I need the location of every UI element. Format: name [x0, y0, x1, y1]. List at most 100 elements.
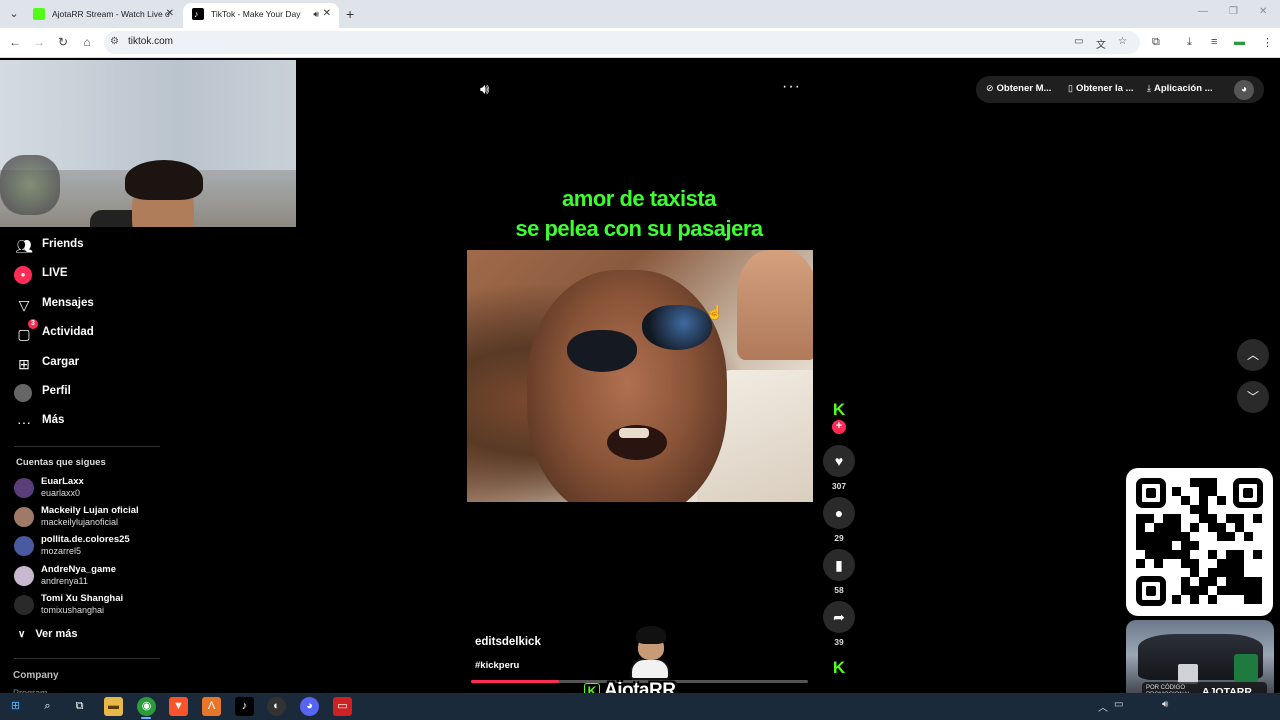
close-icon[interactable]: ✕ — [166, 3, 174, 25]
extensions-icon[interactable]: ⧉ — [1152, 36, 1160, 49]
save-count: 58 — [834, 585, 844, 595]
new-tab-button[interactable]: + — [346, 6, 354, 22]
site-info-icon[interactable]: ⚙ — [110, 36, 119, 47]
speaker-icon[interactable]: 🔊︎ — [313, 3, 319, 25]
qr-module — [1163, 514, 1172, 523]
following-item[interactable]: EuarLaxx euarlaxx0 — [14, 476, 164, 504]
cast-icon[interactable]: ▭ — [1074, 36, 1083, 47]
back-icon[interactable]: ← — [7, 35, 23, 49]
more-options-icon[interactable]: ··· — [782, 78, 801, 96]
video-hashtag[interactable]: #kickperu — [475, 660, 519, 671]
get-coins-button[interactable]: ⊘ Obtener M... — [986, 83, 1051, 94]
creator-avatar[interactable]: K — [830, 401, 848, 419]
restore-icon[interactable]: ❐ — [1229, 6, 1238, 17]
video-author[interactable]: editsdelkick — [475, 636, 541, 648]
tab-search-icon[interactable]: ⌄ — [4, 4, 24, 24]
forward-icon[interactable]: → — [31, 35, 47, 49]
following-name: pollita.de.colores25 — [41, 534, 130, 545]
media-icon[interactable]: ≡ — [1211, 36, 1217, 48]
qr-module — [1235, 514, 1244, 523]
menu-icon[interactable]: ⋮ — [1262, 36, 1273, 49]
save-button[interactable]: ▮ — [823, 549, 855, 581]
music-disc-icon[interactable]: K — [830, 659, 848, 677]
brave-icon[interactable]: ▼ — [169, 697, 188, 716]
sidebar-item-profile[interactable]: Perfil — [14, 381, 154, 405]
sidebar-item-activity[interactable]: ▢ 3 Actividad — [14, 319, 154, 346]
qr-module — [1208, 523, 1217, 532]
following-handle: euarlaxx0 — [41, 488, 81, 498]
qr-module — [1244, 577, 1253, 586]
sidebar-item-label: Friends — [42, 238, 84, 250]
discord-icon[interactable]: ◕ — [300, 697, 319, 716]
reload-icon[interactable]: ↻ — [55, 35, 71, 49]
qr-module — [1163, 541, 1172, 550]
comment-button[interactable]: ● — [823, 497, 855, 529]
chrome-icon[interactable]: ◉ — [137, 697, 156, 716]
qr-module — [1208, 577, 1217, 586]
see-more-button[interactable]: ∨ Ver más — [18, 628, 78, 640]
get-app-button[interactable]: ▯ Obtener la ... — [1068, 83, 1134, 94]
following-item[interactable]: pollita.de.colores25 mozarrel5 — [14, 534, 164, 562]
video-frame[interactable] — [467, 250, 813, 502]
app-icon[interactable]: Λ — [202, 697, 221, 716]
sidebar-item-upload[interactable]: ⊞ Cargar — [14, 352, 154, 376]
qr-code — [1126, 468, 1273, 616]
file-explorer-icon[interactable]: ▬ — [104, 697, 123, 716]
following-item[interactable]: AndreNya_game andrenya11 — [14, 564, 164, 592]
tab-tiktok[interactable]: TikTok - Make Your Day 🔊︎ ✕ — [183, 3, 339, 28]
next-video-button[interactable]: ﹀ — [1237, 381, 1269, 413]
company-link[interactable]: Company — [13, 670, 59, 681]
qr-module — [1172, 487, 1181, 496]
sidebar-item-live[interactable]: ● LIVE — [14, 263, 154, 287]
download-icon[interactable]: ⤓ — [1187, 36, 1192, 49]
tiktok-icon[interactable]: ♪ — [235, 697, 254, 716]
search-icon[interactable]: ⌕ — [38, 697, 57, 716]
close-icon[interactable]: ✕ — [323, 3, 331, 25]
app-icon[interactable]: ▭ — [333, 697, 352, 716]
user-avatar[interactable]: ◕ — [1234, 80, 1254, 100]
avatar — [14, 536, 34, 556]
home-icon[interactable]: ⌂ — [79, 35, 95, 49]
sidebar-item-messages[interactable]: ▽ Mensajes — [14, 293, 154, 317]
windows-start-icon[interactable]: ⊞ — [6, 697, 25, 716]
previous-video-button[interactable]: ︿ — [1237, 339, 1269, 371]
sidebar-item-more[interactable]: ··· Más — [14, 410, 154, 434]
qr-module — [1154, 523, 1163, 532]
qr-module — [1190, 595, 1199, 604]
volume-icon[interactable]: 🔊︎ — [480, 81, 489, 98]
sidebar-item-label: Perfil — [42, 385, 71, 397]
minimize-icon[interactable]: — — [1198, 6, 1208, 17]
profile-extension-icon[interactable]: ▬ — [1234, 36, 1245, 48]
qr-module — [1172, 595, 1181, 604]
sidebar-item-friends[interactable]: 👥︎ Friends — [14, 234, 154, 258]
avatar — [14, 478, 34, 498]
qr-module — [1253, 577, 1262, 586]
follow-button[interactable]: + — [832, 420, 846, 434]
qr-module — [1199, 577, 1208, 586]
task-view-icon[interactable]: ⧉ — [70, 697, 89, 716]
close-window-icon[interactable]: ✕ — [1259, 6, 1267, 17]
tray-icon[interactable]: ▭ — [1114, 699, 1123, 710]
address-bar[interactable]: ⚙ tiktok.com ▭ 文 ☆ — [104, 31, 1140, 54]
qr-module — [1190, 559, 1199, 568]
speaker-icon[interactable]: 🔊︎ — [1162, 699, 1168, 710]
qr-module — [1208, 568, 1217, 577]
star-icon[interactable]: ☆ — [1118, 36, 1127, 47]
translate-icon[interactable]: 文 — [1096, 36, 1106, 51]
qr-module — [1235, 550, 1244, 559]
comment-icon: ● — [834, 505, 844, 521]
heart-icon: ♥ — [834, 453, 844, 469]
like-button[interactable]: ♥ — [823, 445, 855, 477]
tray-overflow-icon[interactable]: ︿ — [1098, 699, 1108, 714]
qr-module — [1145, 532, 1154, 541]
share-count: 39 — [834, 637, 844, 647]
obs-icon[interactable]: ◐ — [267, 697, 286, 716]
following-item[interactable]: Tomi Xu Shanghai tomixushanghai — [14, 593, 164, 621]
sidebar-item-label: Más — [42, 414, 65, 426]
following-item[interactable]: Mackeily Lujan oficial mackeilylujanofic… — [14, 505, 164, 533]
url-text[interactable]: tiktok.com — [128, 36, 173, 47]
share-button[interactable]: ➦ — [823, 601, 855, 633]
tab-kick-stream[interactable]: AjotaRR Stream - Watch Live o ✕ — [24, 3, 182, 28]
sidebar-item-label: Actividad — [42, 326, 94, 338]
app-download-button[interactable]: ⤓ Aplicación ... — [1147, 83, 1213, 94]
